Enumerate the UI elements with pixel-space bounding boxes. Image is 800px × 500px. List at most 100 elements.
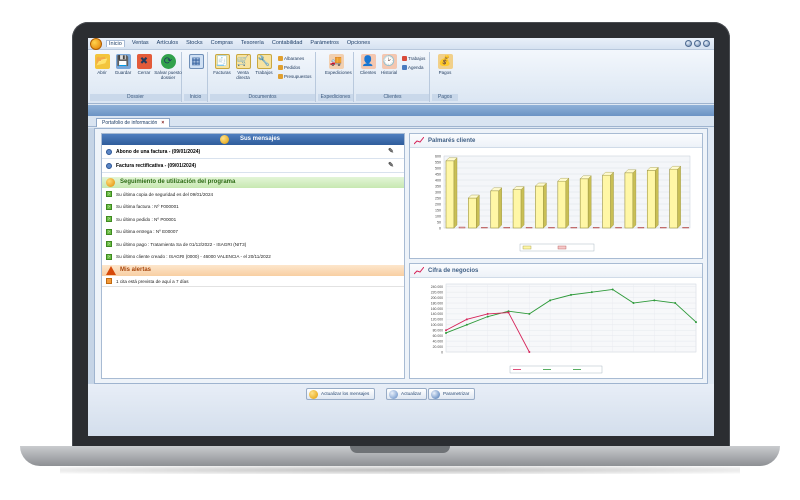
invoices-button[interactable]: 🧾 Facturas xyxy=(211,54,233,75)
tracking-item[interactable]: › Su último pago : Tratamienta Sa de 01/1… xyxy=(102,238,404,251)
bar xyxy=(557,180,567,229)
backup-button[interactable]: ⟳ Salvar puesto dossier xyxy=(154,54,182,80)
close-button[interactable]: ✖ Cerrar xyxy=(133,54,155,75)
history-button[interactable]: 🕑 Historial xyxy=(378,54,400,75)
y-tick-label: 60.000 xyxy=(433,334,443,338)
bar xyxy=(548,227,555,229)
y-tick-label: 120.000 xyxy=(431,318,443,322)
message-item[interactable]: Factura rectificativa - (09/01/2024) ✎ xyxy=(102,159,404,173)
tracking-item[interactable]: › Su última entrega : Nº E00007 xyxy=(102,226,404,239)
agenda-link[interactable]: Agenda xyxy=(402,65,424,70)
help-icon[interactable] xyxy=(703,40,710,47)
tracking-item[interactable]: › Su última factura : Nº F000001 xyxy=(102,201,404,214)
minimize-icon[interactable] xyxy=(685,40,692,47)
ribbon-group-clientes: 👤 Clientes 🕑 Historial Trabajos Agenda C… xyxy=(356,52,430,102)
settings-button[interactable]: Parametrizar xyxy=(428,388,476,400)
payment-icon: 💰 xyxy=(437,54,453,69)
bar-side xyxy=(453,157,458,229)
direct-sale-button[interactable]: 🛒 Venta directa xyxy=(232,54,254,80)
revenue-chart-panel: Cifra de negocios 0 20.000 40.000 60.000 80.… xyxy=(409,263,703,379)
menu-tab-6[interactable]: Contabilidad xyxy=(271,40,304,47)
dashboard-content: Sus mensajes Abono de una factura - (09/… xyxy=(94,128,708,384)
order-icon xyxy=(278,65,283,70)
alert-item[interactable]: 1 cita está prevista de aquí a 7 días xyxy=(102,276,404,287)
warning-icon xyxy=(106,266,116,275)
quotes-link[interactable]: Presupuestos xyxy=(278,74,312,79)
bar xyxy=(490,190,500,229)
tracking-arrow-icon: › xyxy=(106,253,112,260)
delivery-note-icon xyxy=(278,56,283,61)
payments-button[interactable]: 💰 Pagos xyxy=(434,54,456,75)
ribbon-tabs: Inicio Ventas Artículos Stocks Compras Tesore… xyxy=(106,40,371,47)
tab-portafolio[interactable]: Portafolio de información × xyxy=(96,118,171,127)
orders-link[interactable]: Pedidos xyxy=(278,65,300,70)
document-tabbar: Portafolio de información × xyxy=(88,116,714,127)
message-action-icon[interactable]: ✎ xyxy=(388,162,396,170)
ribbon-group-expediciones: 🚚 Expediciones Expediciones xyxy=(318,52,354,102)
data-point xyxy=(674,302,677,305)
bar xyxy=(602,174,611,229)
direct-sale-icon: 🛒 xyxy=(235,54,251,69)
bar-side xyxy=(610,171,614,229)
tracking-item[interactable]: › Su último cliente creado : ISAGRI (0000… xyxy=(102,251,404,264)
y-tick-label: 240.000 xyxy=(431,285,443,289)
history-icon: 🕑 xyxy=(381,54,397,69)
data-point xyxy=(590,291,593,294)
open-button[interactable]: 📂 Abrir xyxy=(91,54,113,75)
refresh-messages-button[interactable]: Actualizar los mensajes xyxy=(306,388,376,400)
menu-tab-4[interactable]: Compras xyxy=(210,40,234,47)
bar xyxy=(682,227,689,229)
tracking-icon xyxy=(106,178,115,187)
ribbon-group-pagos: 💰 Pagos Pagos xyxy=(432,52,458,102)
data-point xyxy=(611,288,614,291)
menu-tab-3[interactable]: Stocks xyxy=(185,40,204,47)
y-tick-label: 40.000 xyxy=(433,339,443,343)
window-controls xyxy=(685,40,710,47)
invoice-icon: 🧾 xyxy=(214,54,230,69)
menu-tab-2[interactable]: Artículos xyxy=(156,40,179,47)
bar xyxy=(637,227,645,229)
data-point xyxy=(486,315,489,318)
data-point xyxy=(528,351,531,353)
legend xyxy=(509,365,603,374)
tracking-item[interactable]: › Su última copia de seguridad es del 09/… xyxy=(102,188,404,201)
clients-chart-header: Palmarés cliente xyxy=(410,134,702,148)
menu-tab-5[interactable]: Tesorería xyxy=(240,40,265,47)
bar xyxy=(669,168,678,229)
bar xyxy=(503,227,510,229)
dashboard-button[interactable]: ▦ xyxy=(185,54,207,70)
data-point xyxy=(486,312,489,315)
bar-side xyxy=(498,187,502,229)
menu-tab-8[interactable]: Opciones xyxy=(346,40,371,47)
save-button[interactable]: 💾 Guardar xyxy=(112,54,134,75)
clients-button[interactable]: 👤 Clientes xyxy=(357,54,379,75)
bar-side xyxy=(677,165,681,229)
app-menu-orb-icon[interactable] xyxy=(90,38,102,50)
menu-tab-7[interactable]: Parámetros xyxy=(309,40,339,47)
client-jobs-link[interactable]: Trabajos xyxy=(402,56,425,61)
bar xyxy=(579,178,589,229)
shipments-button[interactable]: 🚚 Expediciones xyxy=(325,54,352,75)
bar xyxy=(468,197,477,229)
delivery-notes-link[interactable]: Albaranes xyxy=(278,56,304,61)
tracking-arrow-icon: › xyxy=(106,241,112,248)
restore-icon[interactable] xyxy=(694,40,701,47)
message-item[interactable]: Abono de una factura - (09/01/2024) ✎ xyxy=(102,145,404,159)
legend-swatch xyxy=(557,245,567,250)
legend-swatch xyxy=(522,245,532,250)
jobs-button[interactable]: 🔧 Trabajos xyxy=(253,54,275,75)
chart-icon xyxy=(414,137,424,145)
y-tick-label: 100.000 xyxy=(431,323,443,327)
bar xyxy=(445,160,455,229)
bar-side xyxy=(520,186,525,229)
bar-side xyxy=(565,177,570,229)
menu-tab-1[interactable]: Ventas xyxy=(131,40,150,47)
menu-tab-0[interactable]: Inicio xyxy=(106,40,125,47)
ribbon-group-dossier: 📂 Abrir 💾 Guardar ✖ Cerrar ⟳ Salvar pues… xyxy=(90,52,182,102)
refresh-button[interactable]: Actualizar xyxy=(386,388,428,400)
close-tab-icon[interactable]: × xyxy=(161,120,164,126)
close-dossier-icon: ✖ xyxy=(136,54,152,69)
data-point xyxy=(528,312,531,315)
message-action-icon[interactable]: ✎ xyxy=(388,148,396,156)
tracking-item[interactable]: › Su último pedido : Nº P00001 xyxy=(102,213,404,226)
